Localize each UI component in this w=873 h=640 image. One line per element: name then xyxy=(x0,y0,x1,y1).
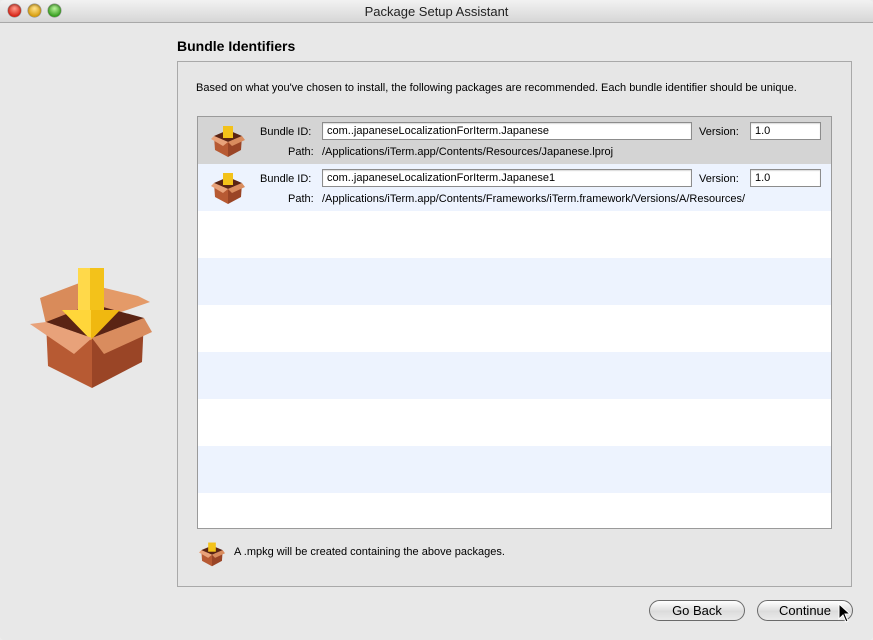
window-title: Package Setup Assistant xyxy=(364,4,509,19)
empty-row xyxy=(198,352,831,399)
package-installer-icon xyxy=(30,268,152,388)
bundle-id-label: Bundle ID: xyxy=(260,173,312,185)
bundle-id-field[interactable]: com..japaneseLocalizationForIterm.Japane… xyxy=(322,122,692,140)
path-value: /Applications/iTerm.app/Contents/Resourc… xyxy=(322,146,614,158)
package-list[interactable]: Bundle ID: com..japaneseLocalizationForI… xyxy=(197,116,832,529)
bundle-id-field[interactable]: com..japaneseLocalizationForIterm.Japane… xyxy=(322,169,692,187)
path-value: /Applications/iTerm.app/Contents/Framewo… xyxy=(322,193,746,205)
mouse-pointer-icon xyxy=(838,603,852,623)
empty-row xyxy=(198,258,831,305)
package-row[interactable]: Bundle ID: com..japaneseLocalizationForI… xyxy=(198,164,831,211)
description-text: Based on what you've chosen to install, … xyxy=(196,82,797,94)
section-heading: Bundle Identifiers xyxy=(177,38,296,54)
go-back-button[interactable]: Go Back xyxy=(649,600,745,621)
package-icon xyxy=(211,173,245,204)
bundle-id-label: Bundle ID: xyxy=(260,126,312,138)
path-label: Path: xyxy=(288,193,314,205)
title-bar[interactable]: Package Setup Assistant xyxy=(0,0,873,23)
package-icon xyxy=(211,126,245,157)
package-row[interactable]: Bundle ID: com..japaneseLocalizationForI… xyxy=(198,117,831,164)
installer-window: Package Setup Assistant Bundle Identifie… xyxy=(0,0,873,640)
path-label: Path: xyxy=(288,146,314,158)
version-label: Version: xyxy=(699,126,739,138)
version-label: Version: xyxy=(699,173,739,185)
mpkg-note: A .mpkg will be created containing the a… xyxy=(234,546,505,558)
version-field[interactable]: 1.0 xyxy=(750,122,821,140)
mpkg-icon xyxy=(199,542,225,567)
version-field[interactable]: 1.0 xyxy=(750,169,821,187)
empty-row xyxy=(198,446,831,493)
